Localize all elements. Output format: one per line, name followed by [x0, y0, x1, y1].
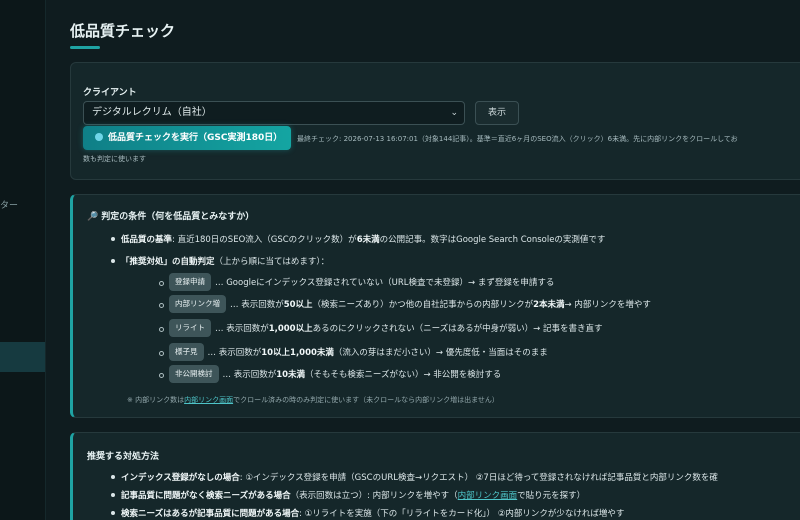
criteria-panel: 🔎 判定の条件（何を低品質とみなすか） 低品質の基準: 直近180日のSEO流入（…	[70, 194, 800, 418]
sidebar-item-active[interactable]	[0, 342, 45, 372]
rule-row: リライト… 表示回数が 1,000以上 あるのにクリックされない（ニーズはあるが中身…	[159, 319, 603, 337]
run-check-label: 低品質チェックを実行（GSC実測180日）	[108, 133, 283, 143]
sidebar: ター	[0, 0, 46, 520]
show-button[interactable]: 表示	[475, 101, 519, 125]
run-check-button[interactable]: 低品質チェックを実行（GSC実測180日）	[83, 126, 291, 150]
rule-tag: リライト	[169, 319, 211, 337]
actions-title: 推奨する対処方法	[87, 452, 160, 462]
internal-link-page-link[interactable]: 内部リンク画面	[458, 491, 518, 501]
action-item: 検索ニーズはあるが記事品質に問題がある場合: ①リライトを実施（下の「リライトを…	[110, 509, 625, 519]
rule-tag: 登録申請	[169, 273, 211, 291]
rule-row: 非公開検討… 表示回数が 10未満 （そもそも検索ニーズがない）→ 非公開を検討する	[158, 365, 501, 383]
client-panel: クライアント デジタルレクリム（自社） ⌄ 表示 低品質チェックを実行（GSC実…	[70, 62, 800, 180]
action-item: 記事品質に問題がなく検索ニーズがある場合（表示回数は立つ）: 内部リンクを増やす…	[110, 491, 586, 501]
actions-panel: 推奨する対処方法 インデックス登録がなしの場合: ①インデックス登録を申請（GS…	[70, 432, 800, 520]
rule-row: 内部リンク増… 表示回数が 50以上 （検索ニーズあり）かつ他の自社記事からの内部リ…	[159, 295, 651, 313]
criteria-item: 「推奨対処」の自動判定（上から順に当てはめます）：	[110, 257, 330, 267]
title-underline	[70, 46, 100, 49]
internal-link-page-link[interactable]: 内部リンク画面	[184, 396, 233, 404]
page-title: 低品質チェック	[70, 22, 176, 40]
gear-icon	[95, 133, 103, 141]
client-select[interactable]: デジタルレクリム（自社） ⌄	[83, 101, 465, 125]
last-check-text-cont: 数も判定に使います	[83, 155, 146, 163]
last-check-text: 最終チェック: 2026-07-13 16:07:01（対象144記事）。基準＝…	[297, 135, 738, 143]
criteria-title: 🔎 判定の条件（何を低品質とみなすか）	[87, 212, 255, 222]
criteria-note: ※ 内部リンク数は内部リンク画面でクロール済みの時のみ判定に使います（未クロール…	[127, 396, 499, 404]
rule-row: 登録申請… Googleにインデックス登録されていない（URL検査で未登録）→ …	[158, 273, 554, 291]
rule-tag: 内部リンク増	[169, 295, 226, 313]
chevron-down-icon: ⌄	[450, 108, 458, 118]
client-select-value: デジタルレクリム（自社）	[92, 107, 212, 118]
criteria-item: 低品質の基準: 直近180日のSEO流入（GSCのクリック数）が6未満の公開記事…	[110, 235, 606, 245]
action-item: インデックス登録がなしの場合: ①インデックス登録を申請（GSCのURL検査→リ…	[111, 473, 718, 483]
magnifier-icon: 🔎	[87, 212, 99, 222]
sidebar-item-label[interactable]: ター	[0, 198, 18, 211]
rule-tag: 非公開検討	[169, 365, 219, 383]
rule-row: 様子見… 表示回数が 10以上1,000未満 （流入の芽はまだ小さい）→ 優先度低・…	[159, 343, 548, 361]
client-label: クライアント	[83, 88, 137, 98]
rule-tag: 様子見	[169, 343, 204, 361]
main-content: 低品質チェック クライアント デジタルレクリム（自社） ⌄ 表示 低品質チェック…	[46, 0, 800, 520]
